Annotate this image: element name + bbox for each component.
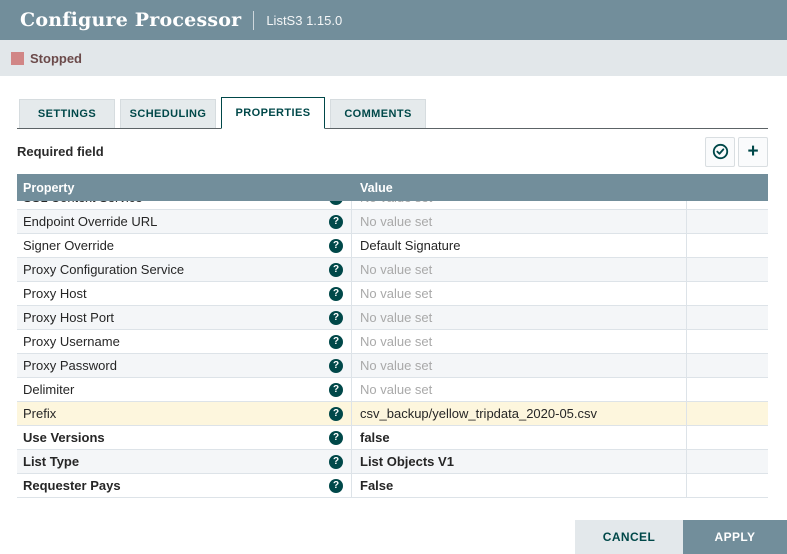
table-row[interactable]: Proxy Password ? No value set xyxy=(17,354,768,378)
row-extra-cell xyxy=(687,402,768,425)
property-value: No value set xyxy=(360,286,432,301)
cancel-button[interactable]: CANCEL xyxy=(575,520,683,554)
tab-bar: SETTINGS SCHEDULING PROPERTIES COMMENTS xyxy=(17,97,768,129)
property-name: Delimiter xyxy=(23,382,74,397)
row-extra-cell xyxy=(687,201,768,209)
property-name: Proxy Host Port xyxy=(23,310,114,325)
help-icon[interactable]: ? xyxy=(329,407,343,421)
property-value: No value set xyxy=(360,358,432,373)
property-value: No value set xyxy=(360,262,432,277)
table-row[interactable]: List Type ? List Objects V1 xyxy=(17,450,768,474)
property-value: Default Signature xyxy=(360,238,460,253)
properties-toolbar: Required field + xyxy=(17,129,768,174)
processor-name-version: ListS3 1.15.0 xyxy=(266,13,342,28)
table-body: Endpoint Override URL ? No value set Sig… xyxy=(17,210,768,498)
property-value: No value set xyxy=(360,382,432,397)
help-icon[interactable]: ? xyxy=(329,215,343,229)
properties-table: Property Value SSL Context Service ? No … xyxy=(17,174,768,498)
dialog-title: Configure Processor xyxy=(20,9,241,31)
required-field-label: Required field xyxy=(17,144,104,159)
plus-icon: + xyxy=(747,142,758,161)
property-value: No value set xyxy=(360,214,432,229)
check-circle-icon xyxy=(712,143,729,160)
apply-button[interactable]: APPLY xyxy=(683,520,787,554)
column-header-property: Property xyxy=(17,181,352,195)
table-row[interactable]: SSL Context Service ? No value set xyxy=(17,201,768,210)
property-value: No value set xyxy=(360,201,432,205)
row-extra-cell xyxy=(687,330,768,353)
tab-scheduling[interactable]: SCHEDULING xyxy=(120,99,216,128)
table-row[interactable]: Proxy Host Port ? No value set xyxy=(17,306,768,330)
property-name: Proxy Configuration Service xyxy=(23,262,184,277)
property-name: Requester Pays xyxy=(23,478,121,493)
help-icon[interactable]: ? xyxy=(329,263,343,277)
table-row[interactable]: Delimiter ? No value set xyxy=(17,378,768,402)
help-icon[interactable]: ? xyxy=(329,287,343,301)
property-name: List Type xyxy=(23,454,79,469)
help-icon[interactable]: ? xyxy=(329,239,343,253)
row-extra-cell xyxy=(687,282,768,305)
property-value: csv_backup/yellow_tripdata_2020-05.csv xyxy=(360,406,597,421)
tab-properties[interactable]: PROPERTIES xyxy=(221,97,325,129)
row-extra-cell xyxy=(687,210,768,233)
row-extra-cell xyxy=(687,450,768,473)
row-extra-cell xyxy=(687,234,768,257)
property-value: False xyxy=(360,478,393,493)
status-label: Stopped xyxy=(30,51,82,66)
table-header-row: Property Value xyxy=(17,174,768,201)
help-icon[interactable]: ? xyxy=(329,431,343,445)
column-header-value: Value xyxy=(352,181,393,195)
property-name: Proxy Host xyxy=(23,286,87,301)
table-row[interactable]: Requester Pays ? False xyxy=(17,474,768,498)
property-value: List Objects V1 xyxy=(360,454,454,469)
table-row[interactable]: Proxy Configuration Service ? No value s… xyxy=(17,258,768,282)
property-name: SSL Context Service xyxy=(23,201,142,205)
property-name: Prefix xyxy=(23,406,56,421)
help-icon[interactable]: ? xyxy=(329,479,343,493)
title-separator xyxy=(253,11,254,30)
row-extra-cell xyxy=(687,426,768,449)
help-icon[interactable]: ? xyxy=(329,311,343,325)
property-name: Signer Override xyxy=(23,238,114,253)
table-row[interactable]: Proxy Username ? No value set xyxy=(17,330,768,354)
row-extra-cell xyxy=(687,378,768,401)
table-row[interactable]: Prefix ? csv_backup/yellow_tripdata_2020… xyxy=(17,402,768,426)
status-bar: Stopped xyxy=(0,40,787,76)
tab-settings[interactable]: SETTINGS xyxy=(19,99,115,128)
help-icon[interactable]: ? xyxy=(329,201,343,205)
add-property-button[interactable]: + xyxy=(738,137,768,167)
property-value: false xyxy=(360,430,390,445)
property-value: No value set xyxy=(360,334,432,349)
help-icon[interactable]: ? xyxy=(329,383,343,397)
row-extra-cell xyxy=(687,474,768,497)
row-extra-cell xyxy=(687,354,768,377)
toolbar-buttons: + xyxy=(705,137,768,167)
tab-comments[interactable]: COMMENTS xyxy=(330,99,426,128)
table-row[interactable]: Proxy Host ? No value set xyxy=(17,282,768,306)
table-row[interactable]: Signer Override ? Default Signature xyxy=(17,234,768,258)
property-name: Proxy Username xyxy=(23,334,120,349)
help-icon[interactable]: ? xyxy=(329,455,343,469)
property-name: Endpoint Override URL xyxy=(23,214,157,229)
row-extra-cell xyxy=(687,306,768,329)
table-row[interactable]: Use Versions ? false xyxy=(17,426,768,450)
verify-properties-button[interactable] xyxy=(705,137,735,167)
row-extra-cell xyxy=(687,258,768,281)
clipped-row-container: SSL Context Service ? No value set xyxy=(17,201,768,210)
property-value: No value set xyxy=(360,310,432,325)
dialog-content: SETTINGS SCHEDULING PROPERTIES COMMENTS … xyxy=(0,76,787,498)
help-icon[interactable]: ? xyxy=(329,335,343,349)
dialog-header: Configure Processor ListS3 1.15.0 xyxy=(0,0,787,40)
help-icon[interactable]: ? xyxy=(329,359,343,373)
property-name: Use Versions xyxy=(23,430,105,445)
property-name: Proxy Password xyxy=(23,358,117,373)
table-row[interactable]: Endpoint Override URL ? No value set xyxy=(17,210,768,234)
stopped-state-icon xyxy=(11,52,24,65)
